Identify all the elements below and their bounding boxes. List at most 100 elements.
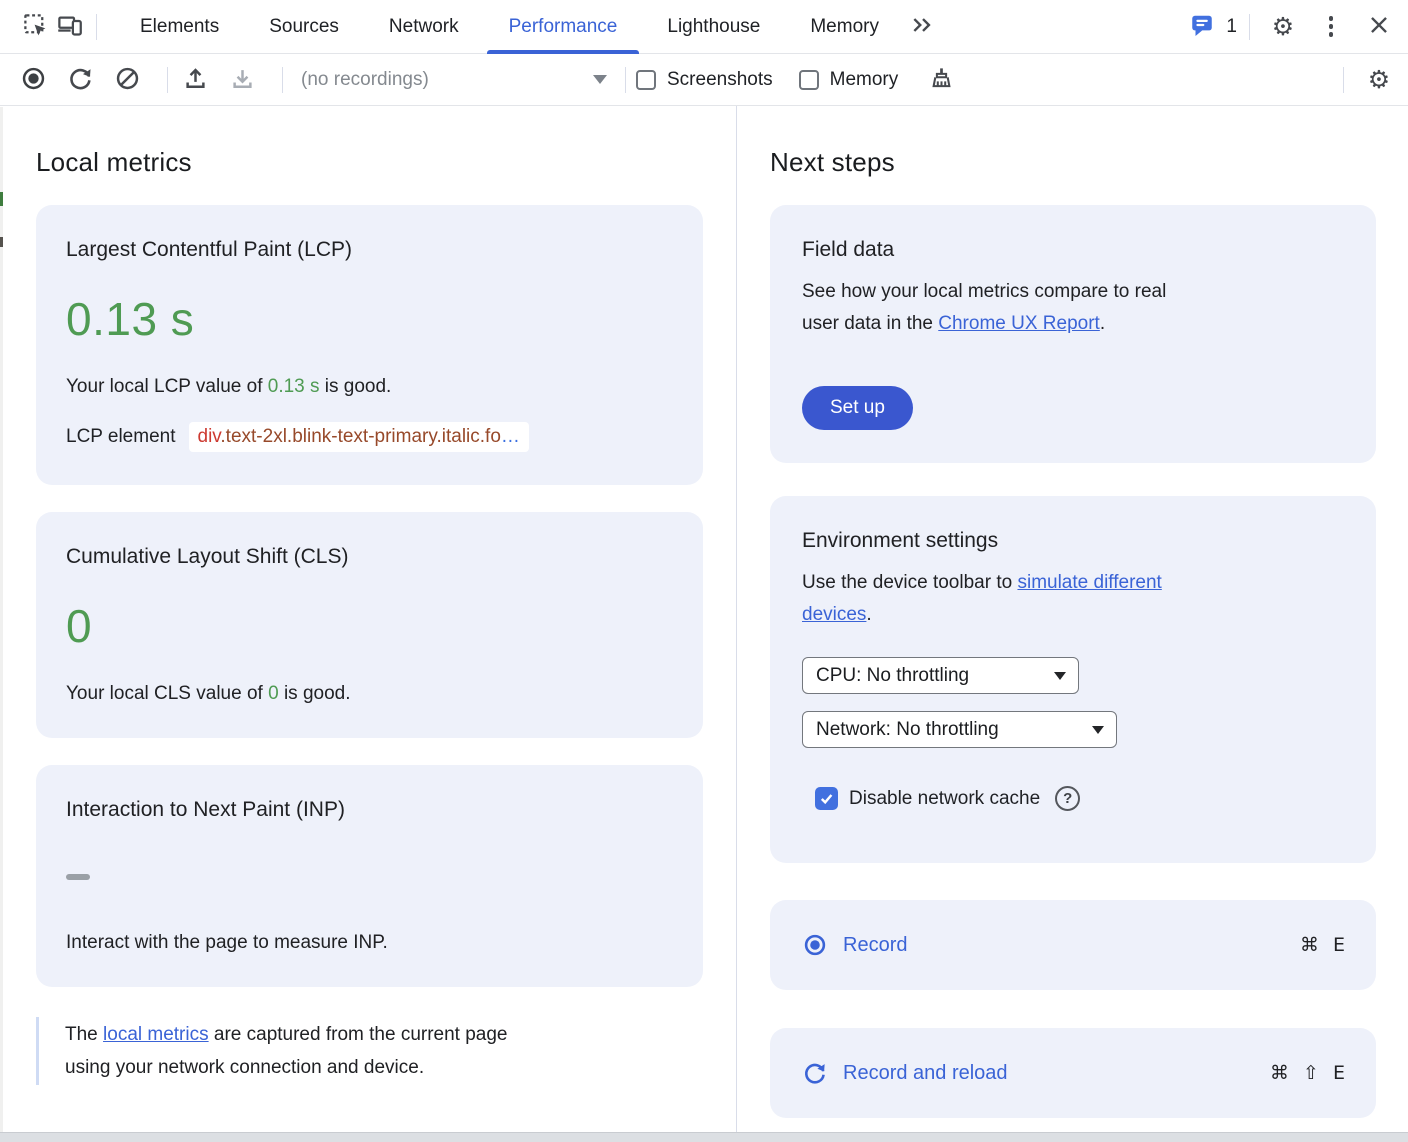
lcp-desc-suffix: is good. — [320, 376, 392, 397]
record-label: Record — [843, 934, 907, 957]
inp-description: Interact with the page to measure INP. — [66, 932, 673, 954]
chrome-ux-report-link[interactable]: Chrome UX Report — [938, 313, 1100, 334]
cls-card: Cumulative Layout Shift (CLS) 0 Your loc… — [36, 512, 703, 738]
environment-line1-prefix: Use the device toolbar to — [802, 572, 1017, 593]
feedback-bubble-icon — [1189, 12, 1215, 41]
drawer-divider — [0, 1132, 1408, 1142]
more-options-button[interactable] — [1314, 10, 1348, 44]
device-toolbar-icon — [56, 12, 83, 42]
field-data-line2-suffix: . — [1100, 313, 1105, 334]
close-devtools-button[interactable] — [1362, 10, 1396, 44]
cls-title: Cumulative Layout Shift (CLS) — [66, 545, 673, 569]
lcp-element-classes: .text-2xl.blink-text-primary.italic.fo — [220, 426, 501, 447]
cpu-throttling-value: CPU: No throttling — [816, 665, 969, 687]
close-icon — [1366, 12, 1392, 41]
set-up-button[interactable]: Set up — [802, 386, 913, 430]
network-throttling-value: Network: No throttling — [816, 719, 999, 741]
feedback-button[interactable] — [1185, 10, 1219, 44]
disable-cache-checkbox[interactable]: Disable network cache — [815, 787, 1040, 810]
footnote-line2: using your network connection and device… — [65, 1057, 424, 1078]
cpu-throttling-select[interactable]: CPU: No throttling — [802, 657, 1079, 694]
cls-description: Your local CLS value of 0 is good. — [66, 683, 673, 705]
page-behind-sliver — [0, 107, 3, 1133]
environment-description: Use the device toolbar to simulate diffe… — [802, 567, 1346, 631]
disable-cache-label: Disable network cache — [849, 788, 1040, 810]
tab-network[interactable]: Network — [364, 0, 484, 54]
lcp-element-label: LCP element — [66, 426, 176, 448]
inspect-cursor-icon — [22, 12, 49, 42]
field-data-line2-prefix: user data in the — [802, 313, 938, 334]
lcp-element-ellipsis: … — [501, 426, 520, 447]
cls-desc-value: 0 — [268, 683, 279, 704]
inspect-element-button[interactable] — [18, 10, 52, 44]
simulate-devices-link[interactable]: devices — [802, 604, 866, 625]
tab-sources[interactable]: Sources — [244, 0, 364, 54]
environment-line2: devices. — [802, 599, 1346, 631]
devtools-window: Elements Sources Network Performance Lig… — [0, 0, 1408, 1132]
tab-memory[interactable]: Memory — [785, 0, 904, 54]
local-metrics-link[interactable]: local metrics — [103, 1024, 209, 1045]
device-toolbar-button[interactable] — [52, 10, 86, 44]
record-card[interactable]: Record ⌘ E — [770, 900, 1376, 990]
capture-settings-button[interactable]: ⚙ — [1362, 63, 1396, 97]
footnote-prefix: The — [65, 1024, 103, 1045]
lcp-element-link[interactable]: div.text-2xl.blink-text-primary.italic.f… — [189, 422, 529, 452]
field-data-description: See how your local metrics compare to re… — [802, 276, 1346, 340]
inp-card: Interaction to Next Paint (INP) Interact… — [36, 765, 703, 987]
load-profile-button[interactable] — [178, 63, 212, 97]
memory-checkbox[interactable]: Memory — [799, 69, 899, 91]
cls-desc-suffix: is good. — [279, 683, 351, 704]
divider — [96, 14, 97, 40]
field-data-title: Field data — [802, 238, 1346, 262]
recordings-dropdown[interactable]: (no recordings) — [301, 69, 615, 91]
select-caret-icon — [1054, 672, 1066, 680]
divider — [282, 67, 283, 93]
divider — [625, 67, 626, 93]
settings-button[interactable]: ⚙ — [1266, 10, 1300, 44]
reload-icon — [67, 65, 94, 95]
clear-button[interactable] — [110, 63, 144, 97]
garbage-collect-brush-icon — [928, 65, 955, 95]
network-throttling-select[interactable]: Network: No throttling — [802, 711, 1117, 748]
record-and-reload-toolbar-button[interactable] — [63, 63, 97, 97]
record-and-reload-card[interactable]: Record and reload ⌘ ⇧ E — [770, 1028, 1376, 1118]
devtools-tab-bar: Elements Sources Network Performance Lig… — [0, 0, 1408, 54]
record-and-reload-shortcut: ⌘ ⇧ E — [1270, 1062, 1346, 1084]
download-icon — [229, 65, 256, 95]
gear-icon: ⚙ — [1368, 67, 1390, 92]
environment-settings-title: Environment settings — [802, 529, 1346, 553]
cls-value: 0 — [66, 599, 673, 653]
checkbox-unchecked-icon — [799, 70, 819, 90]
tab-lighthouse[interactable]: Lighthouse — [642, 0, 785, 54]
recordings-dropdown-value: (no recordings) — [301, 69, 429, 91]
simulate-devices-link[interactable]: simulate different — [1017, 572, 1161, 593]
kebab-menu-icon — [1329, 16, 1334, 37]
cache-checkbox-row: Disable network cache ? — [802, 748, 1346, 811]
lcp-value: 0.13 s — [66, 292, 673, 346]
gear-icon: ⚙ — [1272, 14, 1294, 39]
reload-icon — [802, 1060, 828, 1086]
local-metrics-footnote: The local metrics are captured from the … — [36, 1017, 656, 1085]
cls-desc-prefix: Your local CLS value of — [66, 683, 268, 704]
more-tabs-button[interactable] — [906, 10, 940, 44]
collect-garbage-button[interactable] — [924, 63, 958, 97]
chevron-double-right-icon — [910, 12, 936, 41]
block-icon — [114, 65, 141, 95]
record-and-reload-label: Record and reload — [843, 1062, 1008, 1085]
tab-elements[interactable]: Elements — [115, 0, 244, 54]
lcp-description: Your local LCP value of 0.13 s is good. — [66, 376, 673, 398]
record-button[interactable] — [16, 63, 50, 97]
help-icon[interactable]: ? — [1055, 786, 1080, 811]
checkbox-checked-icon — [815, 787, 838, 810]
record-shortcut: ⌘ E — [1300, 934, 1346, 956]
tab-bar-actions: 1 ⚙ — [1185, 10, 1408, 44]
field-data-card: Field data See how your local metrics co… — [770, 205, 1376, 463]
save-profile-button[interactable] — [225, 63, 259, 97]
tab-performance[interactable]: Performance — [484, 0, 643, 54]
field-data-line1: See how your local metrics compare to re… — [802, 276, 1346, 308]
next-steps-panel: Next steps Field data See how your local… — [737, 106, 1408, 1132]
inp-title: Interaction to Next Paint (INP) — [66, 798, 673, 822]
lcp-desc-prefix: Your local LCP value of — [66, 376, 268, 397]
lcp-desc-value: 0.13 s — [268, 376, 320, 397]
screenshots-checkbox[interactable]: Screenshots — [636, 69, 773, 91]
